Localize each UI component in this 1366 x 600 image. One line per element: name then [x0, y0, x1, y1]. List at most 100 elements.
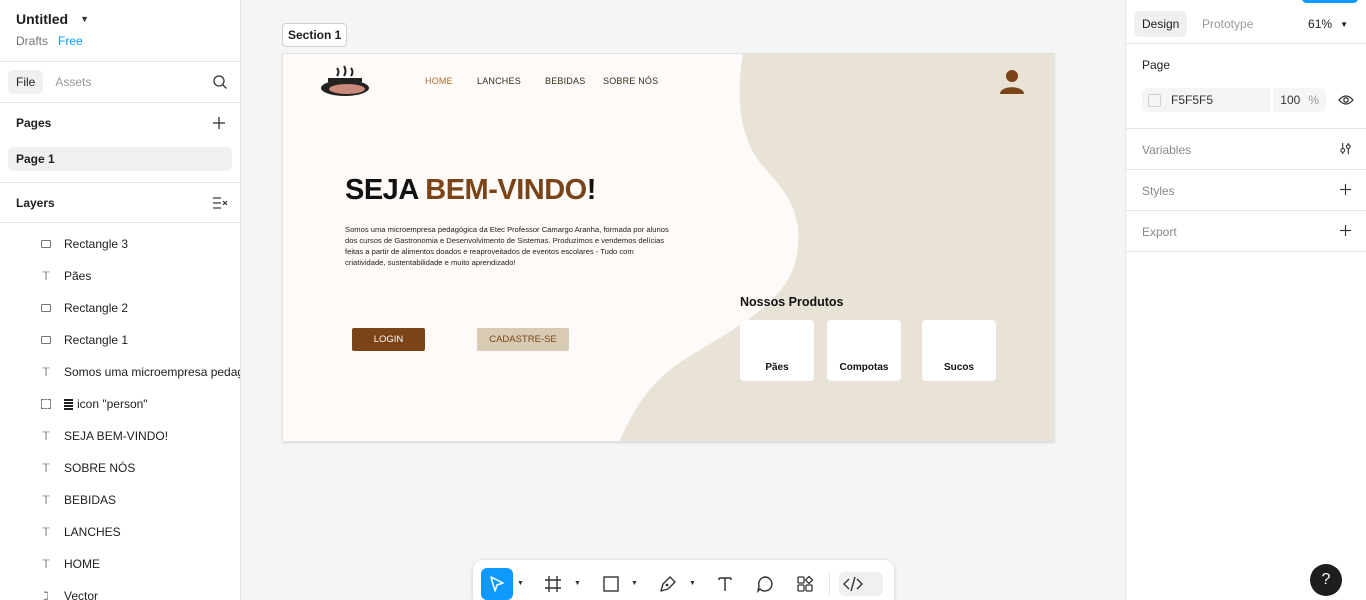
- text-icon: [718, 577, 732, 591]
- layer-row[interactable]: T SOBRE NÓS: [40, 458, 135, 478]
- comment-icon: [756, 576, 773, 593]
- hero-title: SEJA BEM-VINDO!: [345, 174, 596, 207]
- layer-row[interactable]: T BEBIDAS: [40, 490, 116, 510]
- tab-file[interactable]: File: [8, 70, 44, 94]
- layer-name: Rectangle 1: [64, 333, 129, 347]
- site-login-button: LOGIN: [352, 328, 425, 351]
- file-title[interactable]: Untitled ▼: [16, 11, 89, 27]
- section-label[interactable]: Section 1: [282, 23, 348, 47]
- divider: [1126, 210, 1366, 211]
- color-swatch[interactable]: [1148, 93, 1161, 107]
- layer-row[interactable]: icon "person": [40, 394, 148, 414]
- code-icon: [843, 576, 863, 592]
- pen-icon: [660, 576, 676, 592]
- layer-row[interactable]: Rectangle 3: [40, 234, 128, 254]
- rectangle-icon: [40, 304, 52, 312]
- tab-design[interactable]: Design: [1134, 11, 1188, 37]
- products-title: Nossos Produtos: [740, 295, 844, 309]
- text-icon: T: [42, 269, 50, 283]
- search-icon[interactable]: [212, 74, 228, 90]
- text-icon: T: [42, 429, 50, 443]
- divider: [0, 222, 240, 223]
- layers-title: Layers: [16, 196, 55, 210]
- layer-name: HOME: [64, 557, 100, 571]
- shape-tool-button[interactable]: [599, 568, 623, 600]
- hero-title-part: SEJA: [345, 174, 426, 206]
- chevron-down-icon[interactable]: ▼: [689, 580, 696, 587]
- text-icon: T: [42, 557, 50, 571]
- variables-settings-icon[interactable]: [1339, 142, 1352, 155]
- divider: [1126, 43, 1366, 44]
- chevron-down-icon[interactable]: ▼: [574, 580, 581, 587]
- right-sidebar: Design Prototype 61% ▼ Page F5F5F5 100 %…: [1125, 0, 1366, 600]
- eye-icon[interactable]: [1338, 93, 1354, 107]
- page-opacity-field[interactable]: 100 %: [1273, 88, 1326, 112]
- tab-prototype[interactable]: Prototype: [1194, 11, 1261, 37]
- layer-row[interactable]: T LANCHES: [40, 522, 120, 542]
- rectangle-icon: [40, 240, 52, 248]
- text-icon: T: [42, 493, 50, 507]
- vector-icon: ℷ: [43, 589, 49, 600]
- tab-assets[interactable]: Assets: [47, 70, 99, 94]
- layer-row[interactable]: T HOME: [40, 554, 100, 574]
- add-style-icon[interactable]: [1339, 183, 1352, 196]
- divider: [1126, 251, 1366, 252]
- toolbar-divider: [829, 572, 830, 596]
- collapse-layers-icon[interactable]: [212, 196, 228, 210]
- site-nav-home: HOME: [425, 76, 453, 86]
- page-item-1[interactable]: Page 1: [8, 147, 232, 171]
- share-button[interactable]: [1302, 0, 1358, 3]
- hero-description: Somos uma microempresa pedagógica da Ete…: [345, 225, 669, 267]
- left-tabs: File Assets: [8, 70, 99, 94]
- layer-name: Somos uma microempresa pedagógica: [64, 365, 241, 379]
- site-nav-sobre: SOBRE NÓS: [603, 76, 659, 86]
- rectangle-icon: [603, 576, 619, 592]
- symbol-icon: [64, 398, 73, 410]
- site-signup-button: CADASTRE-SE: [477, 328, 569, 351]
- frame-icon: [545, 576, 561, 592]
- site-nav-bebidas: BEBIDAS: [545, 76, 586, 86]
- move-tool-button[interactable]: [481, 568, 513, 600]
- layer-row[interactable]: Rectangle 1: [40, 330, 128, 350]
- text-icon: T: [42, 525, 50, 539]
- hero-title-part: !: [586, 174, 597, 206]
- bottom-toolbar: ▼ ▼ ▼ ▼: [473, 560, 894, 600]
- page-color-field[interactable]: F5F5F5: [1142, 88, 1270, 112]
- chevron-down-icon[interactable]: ▼: [517, 580, 524, 587]
- chevron-down-icon[interactable]: ▼: [631, 580, 638, 587]
- pen-tool-button[interactable]: [656, 568, 680, 600]
- zoom-dropdown[interactable]: 61% ▼: [1308, 17, 1348, 31]
- layer-name: SOBRE NÓS: [64, 461, 136, 475]
- pages-title: Pages: [16, 116, 52, 130]
- layer-row[interactable]: T Somos uma microempresa pedagógica: [40, 362, 241, 382]
- actions-tool-button[interactable]: [793, 568, 817, 600]
- styles-title: Styles: [1142, 184, 1175, 198]
- comment-tool-button[interactable]: [753, 568, 777, 600]
- page-color-value: F5F5F5: [1171, 93, 1214, 107]
- file-location: Drafts Free: [16, 34, 83, 48]
- divider: [0, 102, 240, 103]
- layer-row[interactable]: T SEJA BEM-VINDO!: [40, 426, 168, 446]
- product-card: Compotas: [827, 320, 901, 381]
- layer-row[interactable]: ℷ Vector: [40, 586, 98, 600]
- add-page-icon[interactable]: [212, 116, 226, 130]
- text-icon: T: [42, 365, 50, 379]
- chevron-down-icon[interactable]: ▼: [80, 14, 89, 24]
- layer-row[interactable]: Rectangle 2: [40, 298, 128, 318]
- plan-badge[interactable]: Free: [58, 34, 83, 48]
- drafts-label[interactable]: Drafts: [16, 34, 48, 48]
- text-tool-button[interactable]: [713, 568, 737, 600]
- canvas[interactable]: Section 1 HOME LANCHES BEBIDAS SOBRE NÓS…: [241, 0, 1125, 600]
- layer-name: BEBIDAS: [64, 493, 117, 507]
- cursor-icon: [490, 576, 504, 592]
- layer-name: SEJA BEM-VINDO!: [64, 429, 169, 443]
- file-title-text: Untitled: [16, 11, 69, 27]
- divider: [0, 61, 240, 62]
- design-frame[interactable]: HOME LANCHES BEBIDAS SOBRE NÓS SEJA BEM-…: [282, 53, 1055, 442]
- add-export-icon[interactable]: [1339, 224, 1352, 237]
- layer-name: Rectangle 2: [64, 301, 129, 315]
- layer-row[interactable]: T Pães: [40, 266, 91, 286]
- frame-tool-button[interactable]: [541, 568, 565, 600]
- dev-mode-button[interactable]: [841, 568, 865, 600]
- help-button[interactable]: ?: [1310, 564, 1342, 596]
